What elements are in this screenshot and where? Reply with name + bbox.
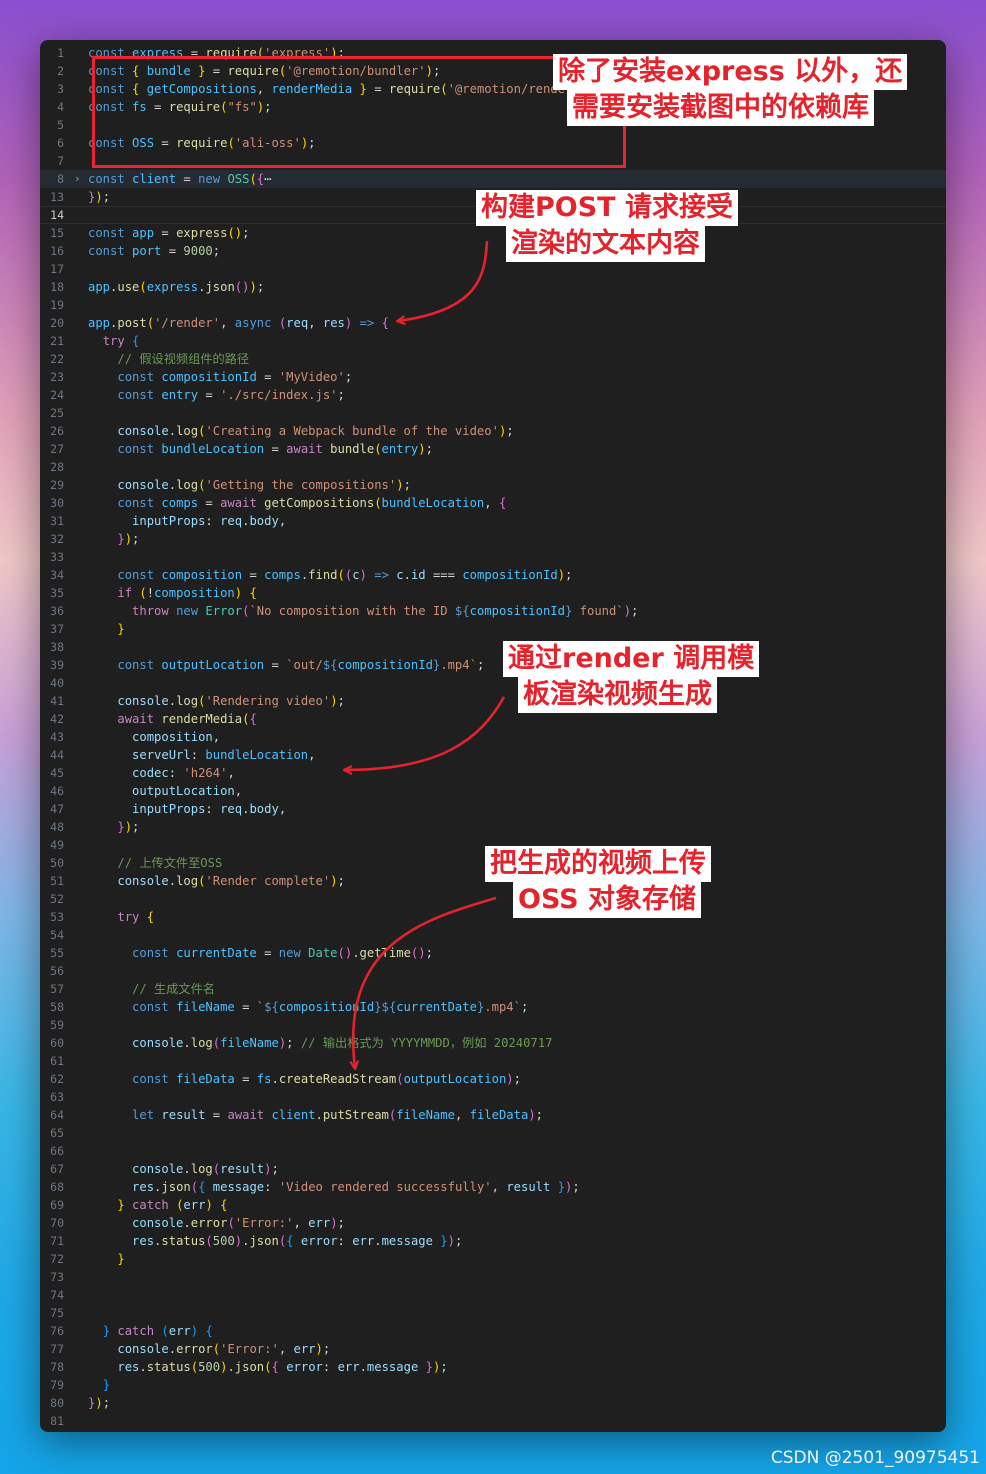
callout-dependencies-line1: 除了安装express 以外，还: [553, 54, 908, 90]
callout-oss-line1: 把生成的视频上传: [485, 846, 711, 882]
callout-render-line2: 板渲染视频生成: [518, 677, 717, 713]
arrow-to-oss-upload: [353, 896, 497, 1068]
callout-oss-line2: OSS 对象存储: [513, 882, 702, 918]
callout-render-line1: 通过render 调用模: [503, 641, 760, 677]
callout-dependencies-line2: 需要安装截图中的依赖库: [567, 90, 874, 126]
callout-post-line2: 渲染的文本内容: [506, 226, 705, 262]
annotation-arrows: [40, 240, 506, 1432]
watermark: CSDN @2501_90975451: [770, 1448, 980, 1468]
code-editor[interactable]: 1 const express = require('express'); 2 con…: [40, 40, 946, 1432]
callout-post-line1: 构建POST 请求接受: [476, 190, 739, 226]
arrow-to-render-media: [345, 696, 506, 770]
arrow-to-post-route: [398, 240, 489, 321]
